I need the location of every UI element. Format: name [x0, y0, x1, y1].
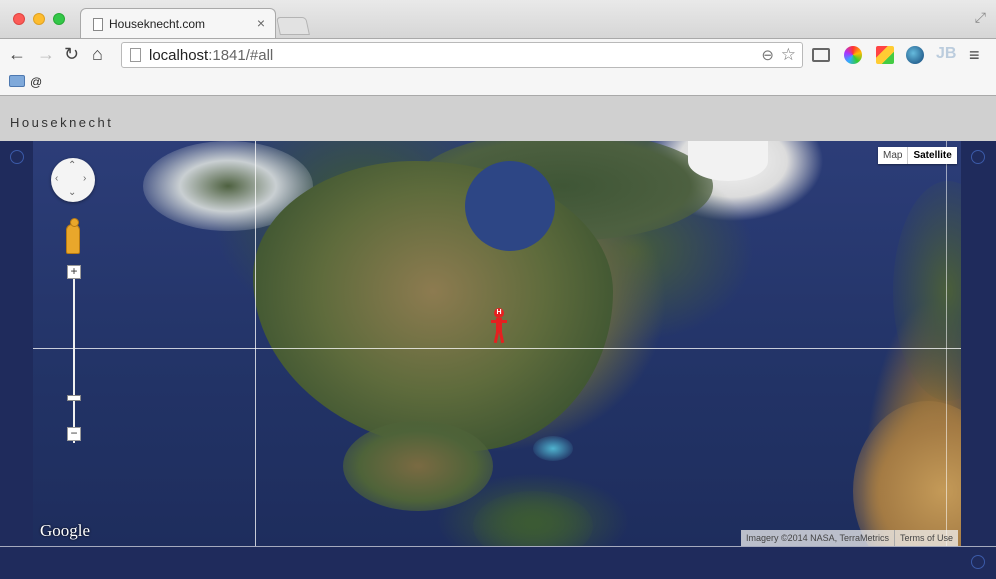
- close-window-button[interactable]: [13, 13, 25, 25]
- zoom-slider-handle[interactable]: [67, 395, 81, 401]
- grid-line: [33, 348, 961, 349]
- pan-right-icon[interactable]: ›: [83, 173, 86, 184]
- menu-icon[interactable]: ≡: [969, 45, 980, 66]
- globe-extension-icon[interactable]: [906, 46, 924, 64]
- url-text[interactable]: localhost:1841/#all: [149, 47, 273, 64]
- pan-left-icon[interactable]: ‹: [55, 173, 58, 184]
- jetbrains-extension-icon[interactable]: JB: [936, 45, 960, 63]
- fullscreen-icon[interactable]: ⤢: [975, 9, 986, 26]
- url-host: localhost: [149, 47, 209, 64]
- tab-title: Houseknecht.com: [109, 17, 206, 31]
- maximize-window-button[interactable]: [53, 13, 65, 25]
- map-water: [533, 436, 573, 461]
- grid-line: [946, 141, 947, 546]
- map-attribution: Imagery ©2014 NASA, TerraMetrics Terms o…: [741, 530, 959, 546]
- forward-button[interactable]: →: [37, 44, 55, 64]
- cast-icon[interactable]: [812, 48, 830, 62]
- bookmarks-bar: @: [0, 70, 996, 96]
- bottom-panel-icon[interactable]: [971, 555, 985, 569]
- app-title: Houseknecht: [10, 115, 114, 130]
- map-land: [253, 161, 613, 451]
- satellite-map[interactable]: ⌃ ⌄ ‹ › + − Map Satellite H Google Image…: [33, 141, 961, 546]
- google-logo[interactable]: Google: [40, 521, 90, 541]
- pan-up-icon[interactable]: ⌃: [68, 160, 76, 171]
- minimize-window-button[interactable]: [33, 13, 45, 25]
- bottom-divider: [0, 546, 996, 547]
- pan-down-icon[interactable]: ⌄: [68, 187, 76, 198]
- map-land: [473, 491, 593, 546]
- zoom-out-button[interactable]: −: [67, 427, 81, 441]
- folder-icon[interactable]: [9, 75, 25, 87]
- address-bar[interactable]: localhost:1841/#all ⊖ ☆: [121, 42, 803, 68]
- map-land: [893, 181, 961, 401]
- app-header: Houseknecht: [0, 96, 996, 141]
- right-panel-icon[interactable]: [971, 150, 985, 164]
- zoom-slider-track[interactable]: [73, 278, 75, 443]
- browser-toolbar: ← → ↻ ⌂ localhost:1841/#all ⊖ ☆ JB ≡: [0, 38, 996, 70]
- color-picker-extension-icon[interactable]: [844, 46, 862, 64]
- terms-of-use-link[interactable]: Terms of Use: [894, 530, 959, 546]
- map-land: [343, 421, 493, 511]
- map-type-map-button[interactable]: Map: [878, 147, 908, 164]
- map-type-control: Map Satellite: [878, 147, 957, 164]
- map-type-satellite-button[interactable]: Satellite: [907, 147, 957, 164]
- url-path: :1841/#all: [208, 47, 274, 64]
- browser-tab[interactable]: Houseknecht.com ×: [80, 8, 276, 38]
- map-water: [465, 161, 555, 251]
- house-marker-icon[interactable]: H: [491, 308, 507, 344]
- pan-control[interactable]: ⌃ ⌄ ‹ ›: [51, 158, 95, 202]
- street-view-pegman-icon[interactable]: [66, 218, 80, 254]
- page-favicon-icon: [93, 18, 103, 31]
- home-button[interactable]: ⌂: [92, 44, 103, 64]
- imagery-credit: Imagery ©2014 NASA, TerraMetrics: [741, 530, 895, 546]
- map-area: ⌃ ⌄ ‹ › + − Map Satellite H Google Image…: [0, 141, 996, 579]
- new-tab-button[interactable]: [276, 17, 310, 35]
- grid-line: [255, 141, 256, 546]
- reload-button[interactable]: ↻: [64, 44, 79, 64]
- map-land: [688, 141, 768, 181]
- back-button[interactable]: ←: [8, 44, 26, 64]
- zoom-in-button[interactable]: +: [67, 265, 81, 279]
- browser-titlebar: Houseknecht.com × ⤢: [0, 0, 996, 38]
- map-land: [853, 401, 961, 546]
- bookmark-item[interactable]: @: [30, 75, 42, 89]
- marker-label: H: [494, 308, 504, 318]
- zoom-icon[interactable]: ⊖: [761, 46, 774, 64]
- tab-close-icon[interactable]: ×: [257, 15, 265, 31]
- extension-icon[interactable]: [876, 46, 894, 64]
- page-icon: [130, 48, 141, 62]
- left-panel-icon[interactable]: [10, 150, 24, 164]
- bookmark-star-icon[interactable]: ☆: [781, 45, 796, 65]
